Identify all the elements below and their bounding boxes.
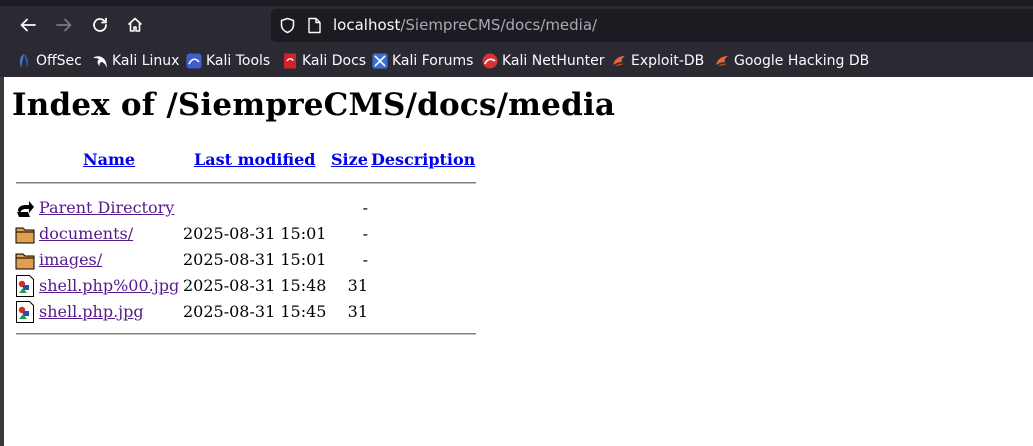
bookmark-kali-linux[interactable]: Kali Linux [92, 51, 179, 71]
exploitdb-icon [613, 56, 625, 66]
entry-size: - [362, 198, 368, 217]
table-row: Parent Directory - [0, 195, 480, 221]
entry-link[interactable]: images/ [39, 250, 102, 269]
browser-chrome: localhost/SiempreCMS/docs/media/ OffSec … [0, 0, 1033, 77]
column-header-size[interactable]: Size [331, 150, 368, 169]
image-file-icon [16, 301, 34, 323]
url-bar[interactable]: localhost/SiempreCMS/docs/media/ [271, 9, 1033, 42]
column-header-description[interactable]: Description [371, 150, 475, 169]
table-row: shell.php.jpg 2025-08-31 15:45 31 [0, 299, 480, 325]
bookmark-kali-docs[interactable]: Kali Docs [282, 51, 366, 71]
bookmark-label: Kali Forums [392, 53, 474, 69]
arrow-right-icon [56, 18, 72, 32]
home-button[interactable] [120, 10, 150, 40]
reload-icon [93, 17, 107, 32]
reload-button[interactable] [85, 10, 115, 40]
entry-link[interactable]: documents/ [39, 224, 133, 243]
entry-date: 2025-08-31 15:01 [183, 224, 327, 243]
url-text[interactable]: localhost/SiempreCMS/docs/media/ [333, 16, 597, 35]
entry-date: 2025-08-31 15:48 [183, 276, 327, 295]
url-path: /SiempreCMS/docs/media/ [400, 16, 598, 34]
offsec-icon [20, 54, 28, 68]
bookmark-label: OffSec [36, 53, 82, 69]
folder-icon [15, 227, 35, 244]
forward-button[interactable] [49, 10, 79, 40]
bookmark-label: Kali Docs [302, 53, 367, 69]
bookmark-google-hacking-db[interactable]: Google Hacking DB [714, 51, 869, 71]
page-content: Index of /SiempreCMS/docs/media Name Las… [0, 77, 1033, 446]
entry-size: - [362, 224, 368, 243]
bookmark-label: Exploit-DB [631, 53, 705, 69]
folder-icon [15, 253, 35, 270]
page-title: Index of /SiempreCMS/docs/media [12, 87, 616, 123]
footer-divider [16, 333, 476, 335]
kali-dragon-icon [93, 56, 107, 68]
arrow-left-icon [20, 18, 36, 32]
bookmark-exploit-db[interactable]: Exploit-DB [611, 51, 704, 71]
table-row: images/ 2025-08-31 15:01 - [0, 247, 480, 273]
entry-date: 2025-08-31 15:45 [183, 302, 327, 321]
bookmark-kali-tools[interactable]: Kali Tools [186, 51, 270, 71]
back-button[interactable] [13, 10, 43, 40]
entry-link[interactable]: shell.php.jpg [39, 302, 144, 321]
nethunter-icon [482, 53, 498, 69]
kali-tools-icon [186, 53, 202, 69]
entry-date: 2025-08-31 15:01 [183, 250, 327, 269]
shield-icon[interactable] [279, 17, 296, 34]
bookmark-kali-nethunter[interactable]: Kali NetHunter [482, 51, 604, 71]
table-row: shell.php%00.jpg 2025-08-31 15:48 31 [0, 273, 480, 299]
ghdb-icon [716, 56, 728, 66]
bookmark-label: Kali NetHunter [502, 53, 605, 69]
image-file-icon [16, 275, 34, 297]
column-header-last-modified[interactable]: Last modified [194, 150, 315, 169]
tab-strip [0, 0, 1033, 6]
kali-docs-icon [284, 53, 296, 69]
bookmark-label: Kali Linux [112, 53, 180, 69]
bookmark-offsec[interactable]: OffSec [16, 51, 82, 71]
entry-link[interactable]: shell.php%00.jpg [39, 276, 179, 295]
entry-link[interactable]: Parent Directory [39, 198, 174, 217]
parent-directory-icon [17, 201, 34, 217]
bookmark-label: Google Hacking DB [734, 53, 870, 69]
entry-size: - [362, 250, 368, 269]
column-header-name[interactable]: Name [83, 150, 135, 169]
bookmark-label: Kali Tools [206, 53, 271, 69]
bookmark-kali-forums[interactable]: Kali Forums [372, 51, 473, 71]
kali-forums-icon [372, 53, 388, 69]
entry-size: 31 [347, 302, 368, 321]
table-row: documents/ 2025-08-31 15:01 - [0, 221, 480, 247]
home-icon [127, 17, 143, 32]
url-host: localhost [333, 16, 401, 34]
header-divider [16, 182, 476, 184]
page-icon [308, 17, 321, 34]
entry-size: 31 [347, 276, 368, 295]
bookmarks-toolbar: OffSec Kali Linux Kali Tools Kali Docs K… [0, 47, 1033, 75]
